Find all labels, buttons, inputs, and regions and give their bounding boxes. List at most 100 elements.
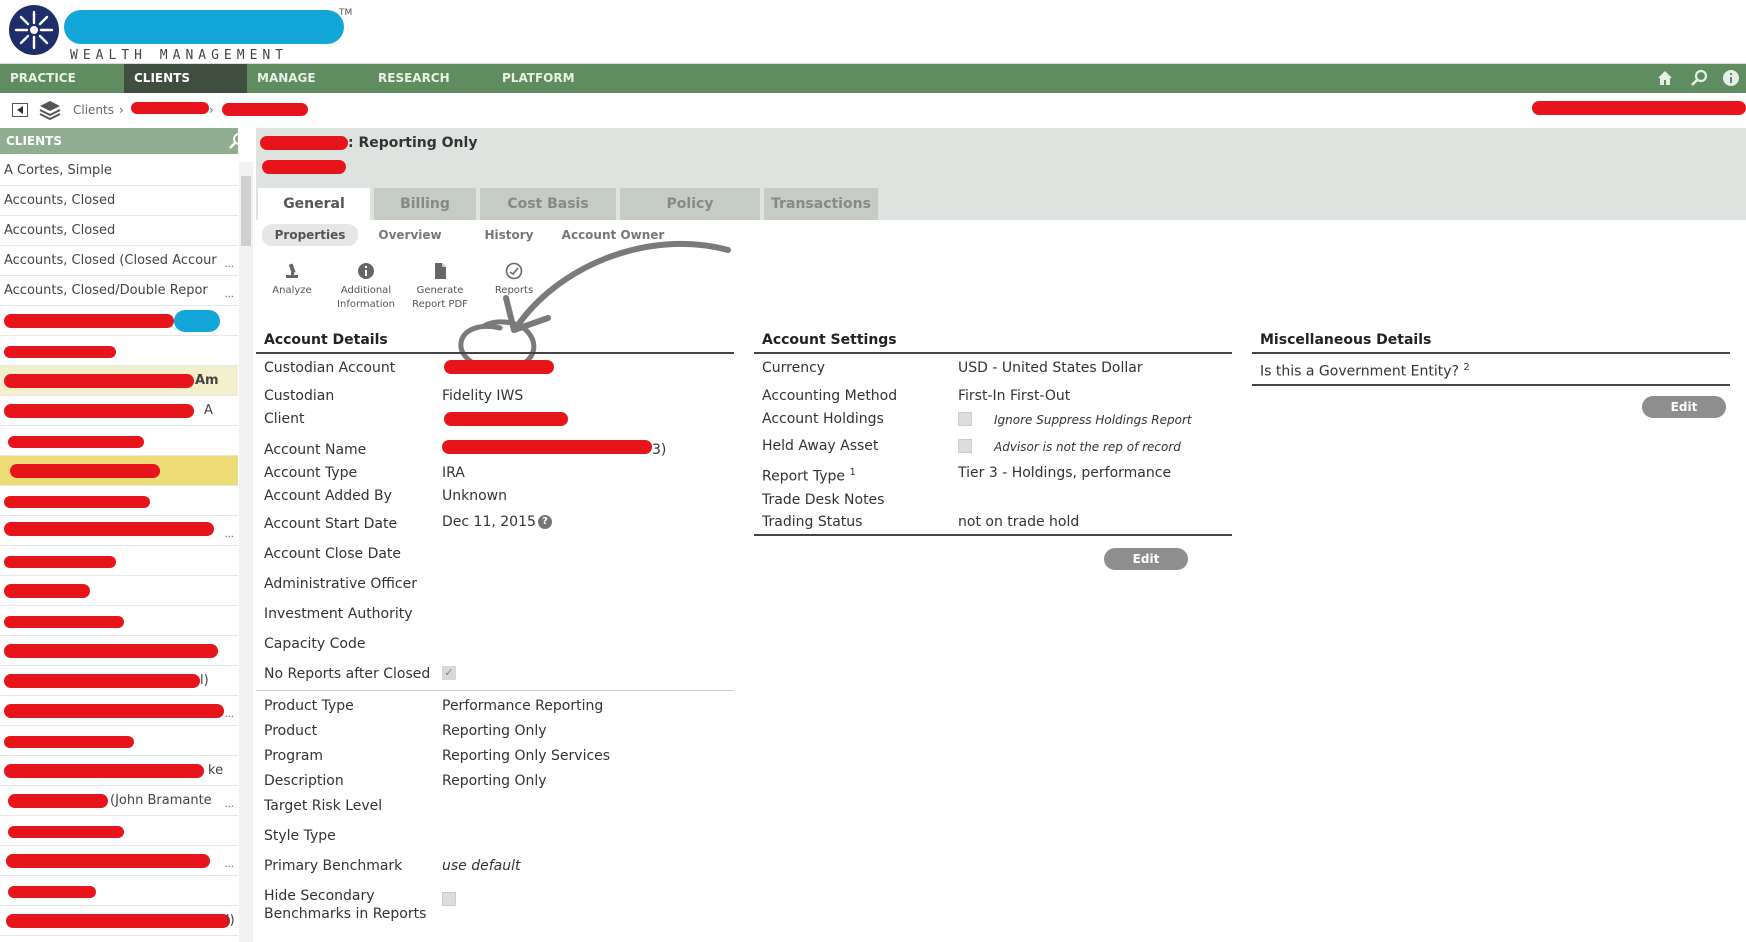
- field-value: IRA: [442, 465, 465, 481]
- list-item-label: Accounts, Closed: [4, 223, 116, 238]
- redaction: [4, 556, 116, 568]
- tab-general[interactable]: General: [258, 188, 370, 220]
- account-settings-heading: Account Settings: [754, 332, 1232, 354]
- list-item[interactable]: [0, 426, 238, 456]
- list-item[interactable]: [0, 606, 238, 636]
- info-icon[interactable]: [1722, 69, 1740, 87]
- list-item-fragment: l): [200, 673, 209, 688]
- redaction: [174, 310, 220, 332]
- list-item-fragment: (John Bramante: [110, 793, 212, 808]
- list-item-selected[interactable]: Am: [0, 366, 238, 396]
- no-reports-after-closed-checkbox[interactable]: ✓: [442, 666, 456, 680]
- field-label: Capacity Code: [264, 636, 366, 652]
- nav-research[interactable]: RESEARCH: [368, 64, 478, 93]
- list-item[interactable]: Accounts, Closed (Closed Accour...: [0, 246, 238, 276]
- nav-platform[interactable]: PLATFORM: [492, 64, 602, 93]
- list-item[interactable]: ...: [0, 696, 238, 726]
- field-label: Program: [264, 748, 324, 764]
- list-item[interactable]: [0, 306, 238, 336]
- home-icon[interactable]: [1656, 69, 1674, 87]
- list-item-fragment: ke: [208, 763, 224, 778]
- logo-icon: [8, 4, 60, 56]
- redaction: [444, 360, 554, 374]
- list-item[interactable]: (John Bramante...: [0, 786, 238, 816]
- footnote-marker: 2: [1463, 362, 1470, 373]
- layers-icon[interactable]: [38, 99, 62, 121]
- account-details-heading: Account Details: [256, 332, 734, 354]
- nav-manage[interactable]: MANAGE: [247, 64, 357, 93]
- redaction: [4, 346, 116, 358]
- list-item[interactable]: [0, 726, 238, 756]
- advisor-not-rep-checkbox[interactable]: [958, 439, 972, 453]
- field-value: Dec 11, 2015: [442, 514, 536, 530]
- footnote-marker: 1: [849, 467, 856, 478]
- sidebar-scrollbar[interactable]: [239, 162, 253, 942]
- breadcrumb-clients[interactable]: Clients: [73, 103, 114, 117]
- field-label: Target Risk Level: [264, 798, 383, 814]
- overflow-icon: ...: [224, 859, 234, 870]
- redaction: [131, 102, 209, 114]
- field-value: Advisor is not the rep of record: [994, 440, 1181, 454]
- redaction: [262, 160, 346, 174]
- list-item-fragment: Am: [195, 373, 219, 388]
- list-item[interactable]: ke: [0, 756, 238, 786]
- breadcrumb-separator-icon: ›: [209, 103, 214, 117]
- list-item[interactable]: l): [0, 666, 238, 696]
- field-value: 3): [652, 442, 667, 458]
- list-item[interactable]: l): [0, 906, 238, 936]
- redaction: [4, 764, 204, 778]
- list-item[interactable]: [0, 336, 238, 366]
- list-item[interactable]: [0, 576, 238, 606]
- redaction: [442, 440, 652, 454]
- scrollbar-thumb[interactable]: [241, 176, 251, 246]
- analyze-button[interactable]: Analyze: [256, 262, 328, 298]
- search-icon[interactable]: [228, 132, 246, 150]
- nav-clients[interactable]: CLIENTS: [124, 64, 247, 93]
- list-item[interactable]: Accounts, Closed: [0, 186, 238, 216]
- field-value: First-In First-Out: [958, 388, 1071, 404]
- list-item[interactable]: Accounts, Closed: [0, 216, 238, 246]
- overflow-icon: ...: [224, 529, 234, 540]
- field-label: Hide Secondary: [264, 888, 375, 904]
- tool-label: Analyze: [272, 285, 312, 296]
- list-item-highlighted[interactable]: [0, 456, 238, 486]
- analyze-icon: [283, 262, 301, 280]
- field-label: Product Type: [264, 698, 354, 714]
- field-label-text: Is this a Government Entity?: [1260, 363, 1459, 380]
- misc-details-heading: Miscellaneous Details: [1252, 332, 1730, 354]
- list-item[interactable]: ...: [0, 846, 238, 876]
- list-item[interactable]: Accounts, Closed/Double Repor...: [0, 276, 238, 306]
- ignore-suppress-holdings-checkbox[interactable]: [958, 412, 972, 426]
- field-label: Custodian Account: [264, 360, 396, 376]
- field-value: Fidelity IWS: [442, 388, 524, 404]
- list-item[interactable]: A Cortes, Simple: [0, 156, 238, 186]
- redaction: [8, 826, 124, 838]
- field-value: use default: [442, 858, 521, 874]
- collapse-panel-icon[interactable]: [12, 103, 28, 117]
- search-icon[interactable]: [1690, 69, 1708, 87]
- overflow-icon: ...: [224, 709, 234, 720]
- brand-name-redaction: [64, 10, 344, 44]
- list-item[interactable]: [0, 486, 238, 516]
- field-label: Account Added By: [264, 488, 392, 504]
- nav-practice[interactable]: PRACTICE: [0, 64, 124, 93]
- list-item[interactable]: ...: [0, 516, 238, 546]
- hide-secondary-benchmarks-checkbox[interactable]: [442, 892, 456, 906]
- field-label: Product: [264, 723, 318, 739]
- field-label: Is this a Government Entity? 2: [1260, 360, 1470, 380]
- list-item[interactable]: [0, 636, 238, 666]
- edit-misc-button[interactable]: Edit: [1642, 396, 1726, 418]
- sidebar-header-label: CLIENTS: [6, 134, 62, 148]
- subtab-properties[interactable]: Properties: [262, 224, 358, 246]
- redaction: [4, 496, 150, 508]
- field-value: not on trade hold: [958, 514, 1080, 530]
- list-item[interactable]: [0, 816, 238, 846]
- edit-settings-button[interactable]: Edit: [1104, 548, 1188, 570]
- list-item[interactable]: [0, 546, 238, 576]
- help-icon[interactable]: ?: [538, 515, 552, 529]
- redaction: [8, 886, 96, 898]
- list-item[interactable]: [0, 876, 238, 906]
- field-value: Tier 3 - Holdings, performance: [958, 465, 1172, 481]
- page: TM WEALTH MANAGEMENT PRACTICE CLIENTS MA…: [0, 0, 1746, 942]
- list-item[interactable]: A: [0, 396, 238, 426]
